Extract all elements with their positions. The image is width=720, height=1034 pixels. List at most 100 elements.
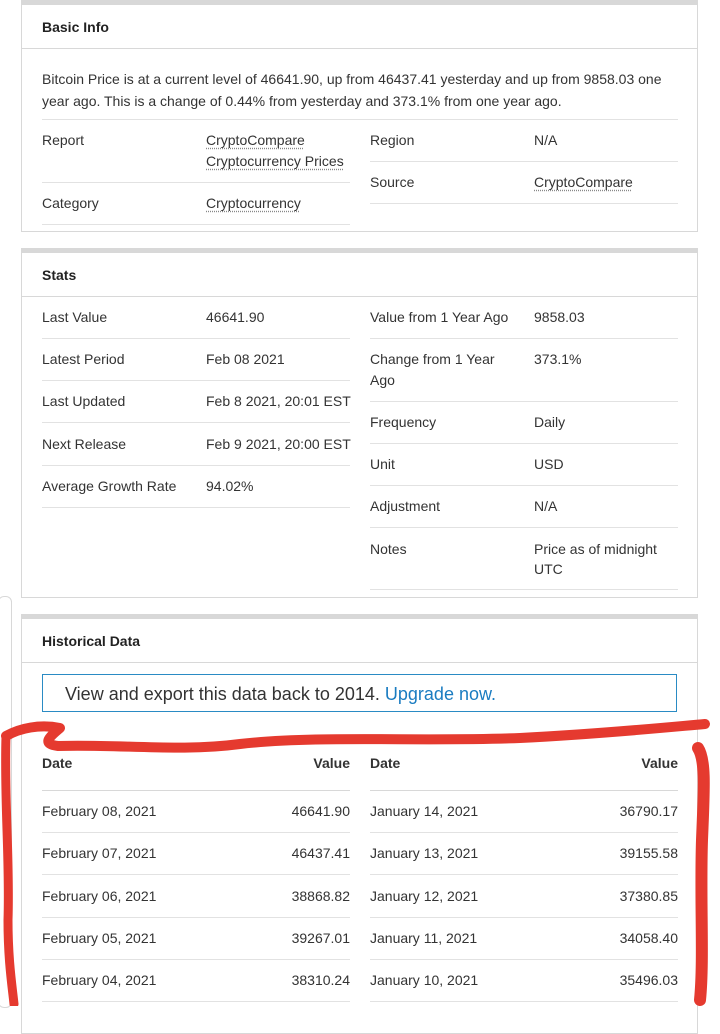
- stat-label-line2: Ago: [370, 372, 395, 388]
- stats-card: Stats Last Value 46641.90 Latest Period …: [21, 248, 698, 598]
- column-header-value[interactable]: Value: [598, 755, 678, 771]
- row-value: 46641.90: [291, 803, 350, 819]
- stat-value: 46641.90: [206, 309, 265, 325]
- stat-label: Last Value: [42, 309, 108, 325]
- stat-value: N/A: [534, 498, 558, 514]
- row-date: January 14, 2021: [370, 803, 479, 819]
- stat-value: Feb 9 2021, 20:00 EST: [206, 436, 351, 452]
- row-value: 38868.82: [291, 888, 350, 904]
- divider: [370, 527, 678, 528]
- divider: [42, 507, 350, 508]
- divider: [42, 790, 350, 791]
- row-value: 39267.01: [291, 930, 350, 946]
- source-link[interactable]: CryptoCompare: [534, 174, 633, 190]
- row-date: February 06, 2021: [42, 888, 157, 904]
- basic-info-title: Basic Info: [42, 19, 109, 35]
- divider: [42, 182, 350, 183]
- stat-label: Adjustment: [370, 498, 441, 514]
- upgrade-banner-text: View and export this data back to 2014. …: [65, 684, 496, 705]
- row-value: 38310.24: [291, 972, 350, 988]
- stat-label: Value from 1 Year Ago: [370, 309, 509, 325]
- upgrade-banner: View and export this data back to 2014. …: [42, 674, 677, 712]
- row-date: January 11, 2021: [370, 930, 478, 946]
- stat-value: Price as of midnight: [534, 541, 657, 557]
- row-value: 39155.58: [619, 845, 678, 861]
- annotation-right-stroke: [692, 742, 710, 1006]
- banner-message: View and export this data back to 2014.: [65, 684, 380, 704]
- upgrade-now-link[interactable]: Upgrade now.: [385, 684, 496, 704]
- report-link[interactable]: CryptoCompare: [206, 132, 305, 148]
- divider: [370, 959, 678, 960]
- row-value: 34058.40: [619, 930, 678, 946]
- row-value: 37380.85: [619, 888, 678, 904]
- stat-label: Last Updated: [42, 393, 126, 409]
- basic-info-header: Basic Info: [22, 5, 697, 49]
- stat-value: Feb 8 2021, 20:01 EST: [206, 393, 351, 409]
- stat-value: Feb 08 2021: [206, 351, 285, 367]
- divider: [42, 832, 350, 833]
- historical-title: Historical Data: [42, 633, 141, 649]
- row-date: January 10, 2021: [370, 972, 479, 988]
- divider: [370, 443, 678, 444]
- stat-value-line2: UTC: [534, 561, 563, 577]
- divider: [370, 203, 678, 204]
- column-header-date[interactable]: Date: [42, 755, 72, 771]
- stat-label: Change from 1 Year: [370, 351, 495, 367]
- stat-label: Average Growth Rate: [42, 478, 177, 494]
- divider: [370, 874, 678, 875]
- category-label: Category: [42, 195, 99, 211]
- row-value: 36790.17: [619, 803, 678, 819]
- basic-info-card: Basic Info Bitcoin Price is at a current…: [21, 0, 698, 232]
- divider: [42, 119, 678, 120]
- divider: [370, 161, 678, 162]
- stat-label: Unit: [370, 456, 395, 472]
- stat-label: Frequency: [370, 414, 437, 430]
- divider: [42, 465, 350, 466]
- stat-label: Next Release: [42, 436, 127, 452]
- stat-value: 373.1%: [534, 351, 582, 367]
- row-date: February 05, 2021: [42, 930, 157, 946]
- divider: [42, 1001, 350, 1002]
- divider: [370, 790, 678, 791]
- divider: [42, 874, 350, 875]
- basic-info-description: Bitcoin Price is at a current level of 4…: [42, 71, 662, 109]
- row-date: January 13, 2021: [370, 845, 479, 861]
- stat-label: Latest Period: [42, 351, 125, 367]
- divider: [42, 422, 350, 423]
- stats-header: Stats: [22, 253, 697, 297]
- historical-data-card: Historical Data View and export this dat…: [21, 614, 698, 1034]
- column-header-date[interactable]: Date: [370, 755, 400, 771]
- divider: [370, 1001, 678, 1002]
- region-value: N/A: [534, 132, 558, 148]
- region-label: Region: [370, 132, 415, 148]
- row-value: 46437.41: [291, 845, 350, 861]
- divider: [370, 485, 678, 486]
- row-value: 35496.03: [619, 972, 678, 988]
- stat-value: Daily: [534, 414, 566, 430]
- stat-value: USD: [534, 456, 564, 472]
- divider: [370, 917, 678, 918]
- divider: [370, 338, 678, 339]
- divider: [42, 917, 350, 918]
- stat-value: 9858.03: [534, 309, 585, 325]
- side-scroll-edge: [0, 596, 12, 1008]
- row-date: February 07, 2021: [42, 845, 157, 861]
- row-date: January 12, 2021: [370, 888, 479, 904]
- stat-value: 94.02%: [206, 478, 254, 494]
- report-label: Report: [42, 132, 85, 148]
- historical-header: Historical Data: [22, 619, 697, 663]
- row-date: February 08, 2021: [42, 803, 157, 819]
- divider: [42, 338, 350, 339]
- divider: [42, 224, 350, 225]
- report-link-line2[interactable]: Cryptocurrency Prices: [206, 153, 344, 169]
- divider: [370, 589, 678, 590]
- source-label: Source: [370, 174, 415, 190]
- stat-label: Notes: [370, 541, 407, 557]
- category-link[interactable]: Cryptocurrency: [206, 195, 301, 211]
- divider: [370, 832, 678, 833]
- divider: [42, 959, 350, 960]
- column-header-value[interactable]: Value: [270, 755, 350, 771]
- divider: [42, 380, 350, 381]
- stats-title: Stats: [42, 267, 77, 283]
- divider: [370, 401, 678, 402]
